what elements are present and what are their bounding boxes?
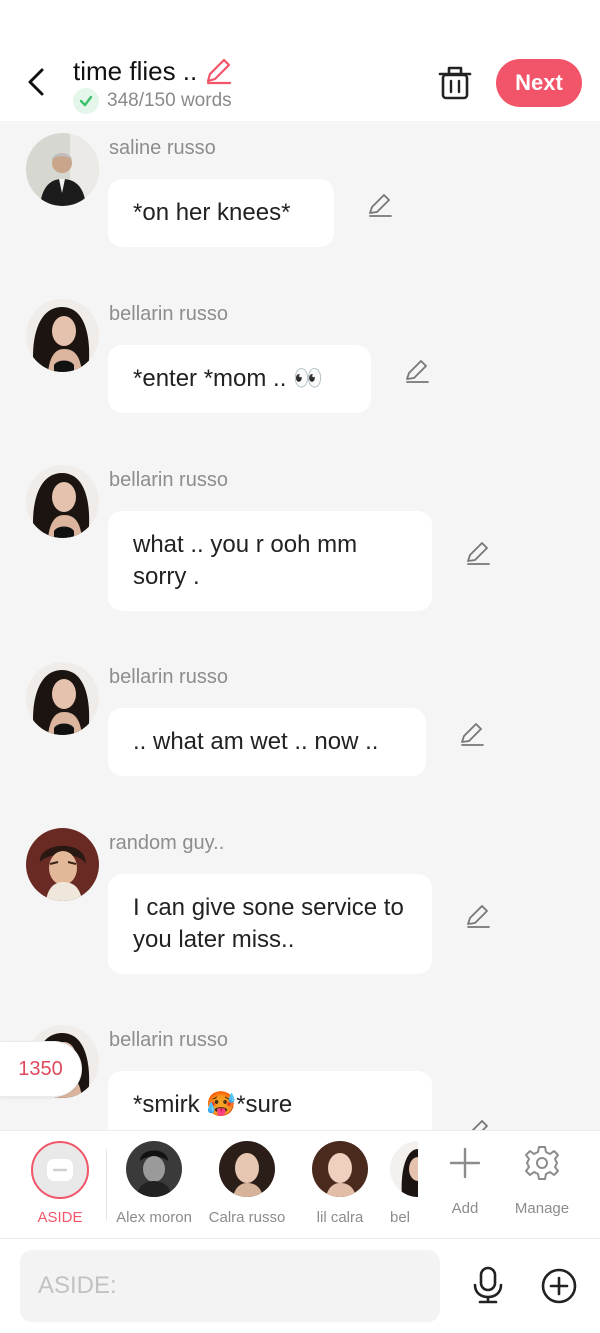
word-count-text: 348/150 words bbox=[107, 90, 232, 111]
add-character-button[interactable]: Add bbox=[432, 1141, 498, 1217]
character-label: Alex moron bbox=[116, 1209, 192, 1226]
word-count: 348/150 words bbox=[73, 88, 232, 114]
divider bbox=[106, 1149, 107, 1221]
check-icon bbox=[73, 88, 99, 114]
character-label: Calra russo bbox=[208, 1209, 286, 1226]
back-button[interactable] bbox=[22, 64, 52, 100]
character-calra-russo[interactable]: Calra russo bbox=[205, 1141, 289, 1226]
sender-name: bellarin russo bbox=[109, 1029, 228, 1051]
message-bubble[interactable]: *enter *mom .. 👀 bbox=[108, 345, 371, 413]
add-label: Add bbox=[451, 1200, 479, 1217]
word-counter-badge[interactable]: 1350 bbox=[0, 1041, 82, 1097]
plus-icon bbox=[449, 1147, 481, 1179]
character-bel[interactable]: bel bbox=[390, 1141, 418, 1226]
delete-button[interactable] bbox=[437, 62, 473, 102]
avatar bbox=[312, 1141, 368, 1197]
message-bubble[interactable]: I can give sone service to you later mis… bbox=[108, 874, 432, 974]
sender-name: bellarin russo bbox=[109, 666, 228, 688]
message-bubble[interactable]: *smirk 🥵*sure bbox=[108, 1071, 432, 1130]
avatar[interactable] bbox=[26, 133, 99, 206]
aside-icon bbox=[31, 1141, 89, 1199]
manage-button[interactable]: Manage bbox=[506, 1141, 578, 1217]
avatar[interactable] bbox=[26, 662, 99, 735]
avatar bbox=[126, 1141, 182, 1197]
character-lil-calra[interactable]: lil calra bbox=[300, 1141, 380, 1226]
avatar[interactable] bbox=[26, 465, 99, 538]
sender-name: bellarin russo bbox=[109, 469, 228, 491]
character-alex-moron[interactable]: Alex moron bbox=[112, 1141, 196, 1226]
plus-circle-icon bbox=[541, 1268, 577, 1304]
manage-label: Manage bbox=[514, 1200, 570, 1217]
title-row: time flies .. bbox=[73, 56, 233, 86]
aside-input[interactable] bbox=[20, 1250, 440, 1322]
message-bubble[interactable]: .. what am wet .. now .. bbox=[108, 708, 426, 776]
character-bar: ASIDE Alex moron Calra russo lil calra b… bbox=[0, 1130, 600, 1238]
edit-pencil-icon[interactable] bbox=[464, 539, 492, 567]
avatar[interactable] bbox=[26, 828, 99, 901]
sender-name: saline russo bbox=[109, 137, 216, 159]
microphone-button[interactable] bbox=[471, 1265, 505, 1305]
character-aside[interactable]: ASIDE bbox=[24, 1141, 96, 1226]
edit-pencil-icon[interactable] bbox=[464, 1117, 492, 1130]
edit-pencil-icon[interactable] bbox=[403, 357, 431, 385]
character-label: lil calra bbox=[316, 1209, 364, 1226]
message-bubble[interactable]: *on her knees* bbox=[108, 179, 334, 247]
page-title[interactable]: time flies .. bbox=[73, 56, 197, 87]
message-bubble[interactable]: what .. you r ooh mm sorry . bbox=[108, 511, 432, 611]
input-bar bbox=[0, 1238, 600, 1333]
sender-name: bellarin russo bbox=[109, 303, 228, 325]
attach-button[interactable] bbox=[540, 1267, 578, 1305]
avatar bbox=[390, 1141, 418, 1197]
edit-pencil-icon[interactable] bbox=[464, 902, 492, 930]
avatar bbox=[219, 1141, 275, 1197]
edit-pencil-icon[interactable] bbox=[366, 191, 394, 219]
sender-name: random guy.. bbox=[109, 832, 225, 854]
next-button[interactable]: Next bbox=[496, 59, 582, 107]
edit-pencil-icon[interactable] bbox=[458, 720, 486, 748]
trash-icon bbox=[438, 66, 472, 100]
gear-icon bbox=[525, 1146, 559, 1180]
header: time flies .. 348/150 words Next bbox=[0, 0, 600, 121]
microphone-icon bbox=[473, 1266, 503, 1304]
back-arrow-icon bbox=[28, 68, 44, 96]
message-list[interactable]: saline russo *on her knees* bellarin rus… bbox=[0, 121, 600, 1130]
pencil-icon[interactable] bbox=[203, 56, 233, 86]
character-label: bel bbox=[390, 1209, 411, 1226]
avatar[interactable] bbox=[26, 299, 99, 372]
character-label: ASIDE bbox=[37, 1209, 83, 1226]
